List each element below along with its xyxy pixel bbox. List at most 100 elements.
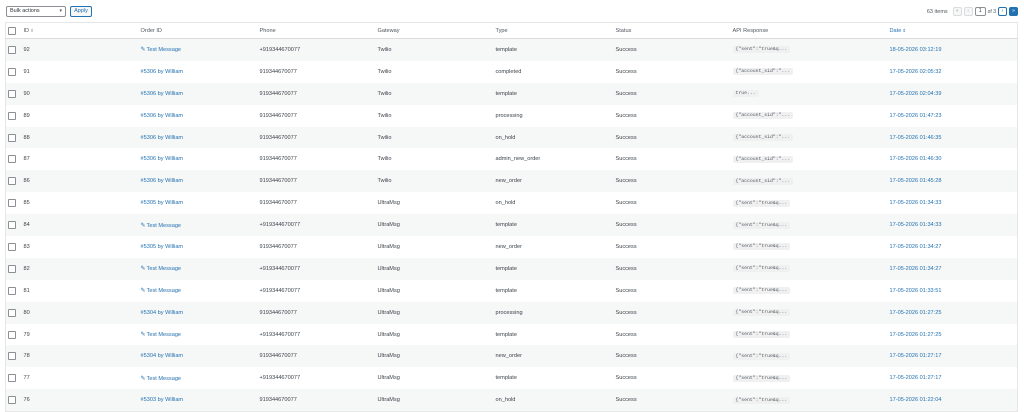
row-checkbox[interactable] bbox=[8, 330, 16, 339]
cell-order[interactable]: #5305 by William bbox=[139, 192, 258, 214]
cell-order[interactable]: #5306 by William bbox=[139, 61, 258, 83]
order-link[interactable]: #5306 by William bbox=[141, 135, 184, 141]
column-id[interactable]: ID⇕ bbox=[21, 22, 139, 39]
api-response-code[interactable]: {"sent":"true&q... bbox=[732, 243, 791, 251]
next-page-button[interactable]: › bbox=[998, 7, 1007, 16]
bulk-actions-select[interactable]: Bulk actions ▾ bbox=[6, 6, 66, 17]
row-checkbox[interactable] bbox=[8, 374, 16, 383]
order-link[interactable]: #5306 by William bbox=[141, 178, 184, 184]
row-checkbox[interactable] bbox=[8, 155, 16, 164]
api-response-code[interactable]: {"account_sid":"... bbox=[732, 68, 794, 76]
api-response-code[interactable]: {"account_sid":"... bbox=[732, 177, 794, 185]
row-checkbox[interactable] bbox=[8, 286, 16, 295]
cell-order[interactable]: #5306 by William bbox=[139, 105, 258, 127]
api-response-code[interactable]: {"sent":"true&q... bbox=[732, 396, 791, 404]
cell-order[interactable]: ✎Test Message bbox=[138, 214, 258, 237]
order-link[interactable]: #5306 by William bbox=[141, 69, 184, 75]
order-link[interactable]: #5306 by William bbox=[141, 91, 184, 97]
column-phone: Phone bbox=[257, 22, 376, 39]
api-response-code[interactable]: {"sent":"true&q... bbox=[732, 287, 791, 295]
cell-api-response: {"sent":"true&q... bbox=[730, 38, 888, 61]
cell-status: Success bbox=[613, 82, 731, 105]
cell-order[interactable]: #5306 by William bbox=[138, 170, 258, 193]
cell-date: 17-05-2026 01:27:25 bbox=[889, 331, 942, 338]
cell-order[interactable]: ✎Test Message bbox=[139, 367, 258, 389]
order-link[interactable]: Test Message bbox=[147, 266, 182, 272]
sms-log-table: ID⇕ Order ID Phone Gateway Type Status A… bbox=[5, 22, 1018, 412]
order-link[interactable]: Test Message bbox=[147, 223, 182, 229]
order-link[interactable]: Test Message bbox=[147, 47, 182, 53]
api-response-code[interactable]: {"sent":"true&q... bbox=[732, 309, 791, 317]
cell-phone: 919344670077 bbox=[259, 68, 297, 75]
cell-type: template bbox=[493, 214, 614, 237]
current-page-input[interactable]: 1 bbox=[974, 7, 986, 16]
cell-order[interactable]: ✎Test Message bbox=[139, 324, 258, 346]
order-link[interactable]: #5305 by William bbox=[141, 200, 184, 206]
row-checkbox[interactable] bbox=[8, 199, 16, 208]
api-response-code[interactable]: {"sent":"true&q... bbox=[732, 46, 791, 54]
row-checkbox[interactable] bbox=[8, 221, 16, 230]
row-checkbox[interactable] bbox=[8, 264, 16, 273]
row-checkbox[interactable] bbox=[8, 396, 16, 405]
cell-order[interactable]: #5306 by William bbox=[139, 148, 258, 170]
order-link[interactable]: Test Message bbox=[147, 288, 182, 294]
row-checkbox[interactable] bbox=[8, 67, 16, 76]
cell-gateway: UltraMsg bbox=[375, 214, 494, 237]
order-link[interactable]: #5305 by William bbox=[141, 244, 184, 250]
column-api-response: API Response bbox=[730, 22, 888, 39]
row-checkbox[interactable] bbox=[8, 111, 16, 120]
cell-gateway: UltraMsg bbox=[375, 345, 494, 368]
cell-gateway: Twilio bbox=[375, 82, 494, 105]
cell-order[interactable]: #5303 by William bbox=[138, 389, 258, 412]
cell-gateway: Twilio bbox=[377, 156, 392, 163]
row-checkbox-cell bbox=[6, 280, 22, 302]
order-link[interactable]: Test Message bbox=[147, 376, 182, 382]
cell-phone: 919344670077 bbox=[257, 345, 376, 368]
cell-id: 85 bbox=[23, 200, 30, 207]
row-checkbox[interactable] bbox=[8, 133, 16, 142]
api-response-code[interactable]: {"sent":"true&q... bbox=[732, 374, 791, 382]
order-link[interactable]: #5306 by William bbox=[141, 113, 184, 119]
cell-type: completed bbox=[495, 68, 522, 75]
api-response-code[interactable]: {"sent":"true&q... bbox=[732, 265, 791, 273]
cell-order[interactable]: #5306 by William bbox=[138, 126, 258, 149]
cell-order[interactable]: ✎Test Message bbox=[138, 38, 258, 61]
cell-order[interactable]: #5306 by William bbox=[138, 82, 258, 105]
cell-phone: +919344670077 bbox=[257, 214, 376, 237]
pencil-icon: ✎ bbox=[140, 332, 146, 339]
row-checkbox[interactable] bbox=[8, 352, 16, 361]
row-checkbox[interactable] bbox=[8, 177, 16, 186]
api-response-code[interactable]: true... bbox=[732, 90, 759, 98]
column-date[interactable]: Date⇕ bbox=[887, 22, 1018, 39]
cell-gateway: UltraMsg bbox=[377, 243, 400, 250]
row-checkbox[interactable] bbox=[8, 242, 16, 251]
api-response-code[interactable]: {"sent":"true&q... bbox=[732, 352, 791, 360]
row-checkbox[interactable] bbox=[8, 45, 16, 54]
cell-id: 89 bbox=[23, 112, 30, 119]
apply-button[interactable]: Apply bbox=[70, 6, 92, 17]
order-link[interactable]: #5304 by William bbox=[141, 310, 184, 316]
api-response-code[interactable]: {"account_sid":"... bbox=[732, 112, 794, 120]
order-link[interactable]: Test Message bbox=[147, 332, 182, 338]
cell-order[interactable]: ✎Test Message bbox=[138, 257, 258, 280]
table-row: 89 #5306 by William 919344670077 Twilio proc… bbox=[6, 105, 1018, 127]
api-response-code[interactable]: {"sent":"true&q... bbox=[732, 199, 791, 207]
cell-gateway: UltraMsg bbox=[377, 331, 400, 338]
cell-order[interactable]: #5304 by William bbox=[138, 345, 258, 368]
last-page-button[interactable]: » bbox=[1009, 7, 1018, 16]
select-all-checkbox[interactable] bbox=[8, 26, 16, 35]
order-link[interactable]: #5304 by William bbox=[141, 353, 184, 359]
order-link[interactable]: #5306 by William bbox=[141, 156, 184, 162]
api-response-code[interactable]: {"account_sid":"... bbox=[732, 134, 794, 141]
api-response-code[interactable]: {"sent":"true&q... bbox=[732, 221, 791, 229]
api-response-code[interactable]: {"sent":"true&q... bbox=[732, 331, 791, 339]
cell-order[interactable]: #5304 by William bbox=[138, 301, 258, 324]
order-link[interactable]: #5303 by William bbox=[141, 397, 184, 403]
row-checkbox[interactable] bbox=[8, 89, 16, 98]
cell-gateway: UltraMsg bbox=[377, 287, 400, 294]
cell-order[interactable]: #5305 by William bbox=[139, 236, 258, 258]
cell-order[interactable]: ✎Test Message bbox=[139, 280, 258, 302]
row-checkbox[interactable] bbox=[8, 308, 16, 317]
api-response-code[interactable]: {"account_sid":"... bbox=[732, 155, 794, 163]
row-checkbox-cell bbox=[6, 61, 22, 83]
